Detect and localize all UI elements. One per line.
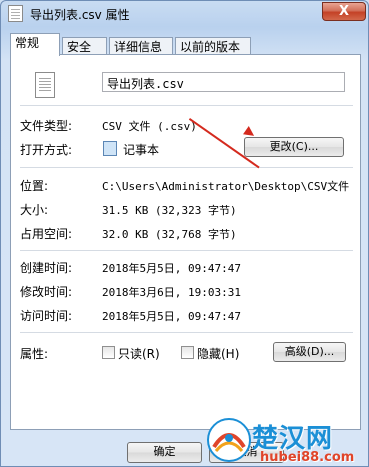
filename-field[interactable]: 导出列表.csv: [102, 72, 345, 92]
open-with-label: 打开方式:: [20, 143, 73, 157]
open-with-value: 记事本: [123, 143, 160, 157]
location-value: C:\Users\Administrator\Desktop\CSV文件: [102, 180, 350, 193]
size-on-disk-value: 32.0 KB (32,768 字节): [102, 228, 237, 241]
created-value: 2018年5月5日, 09:47:47: [102, 262, 241, 275]
divider: [20, 250, 353, 251]
modified-label: 修改时间:: [20, 285, 73, 299]
hidden-checkbox[interactable]: [181, 346, 194, 359]
csv-file-icon: [35, 72, 55, 98]
general-panel: 导出列表.csv 文件类型: CSV 文件 (.csv) 打开方式: 记事本 更…: [10, 54, 361, 430]
tab-general[interactable]: 常规: [10, 33, 60, 56]
watermark: 楚汉网 hubei88.com: [200, 415, 369, 467]
file-type-value: CSV 文件 (.csv): [102, 120, 197, 133]
change-button[interactable]: 更改(C)...: [244, 137, 344, 157]
accessed-label: 访问时间:: [20, 309, 73, 323]
size-value: 31.5 KB (32,323 字节): [102, 204, 237, 217]
brand-logo-icon: [207, 418, 251, 462]
readonly-label[interactable]: 只读(R): [118, 345, 160, 362]
properties-window: 导出列表.csv 属性 X 常规 安全 详细信息 以前的版本 导出列表.csv …: [0, 0, 369, 467]
size-on-disk-label: 占用空间:: [20, 227, 73, 241]
advanced-button[interactable]: 高级(D)...: [273, 342, 346, 362]
location-label: 位置:: [20, 179, 49, 193]
window-title: 导出列表.csv 属性: [30, 8, 130, 22]
accessed-value: 2018年5月5日, 09:47:47: [102, 310, 241, 323]
divider: [20, 332, 353, 333]
created-label: 创建时间:: [20, 261, 73, 275]
divider: [20, 105, 353, 106]
close-button[interactable]: X: [322, 2, 366, 21]
divider: [20, 167, 353, 168]
hidden-label[interactable]: 隐藏(H): [197, 345, 239, 362]
file-type-label: 文件类型:: [20, 119, 73, 133]
readonly-checkbox[interactable]: [102, 346, 115, 359]
notepad-icon: [103, 141, 117, 156]
watermark-site: hubei88.com: [260, 450, 355, 465]
ok-button[interactable]: 确定: [127, 442, 202, 463]
size-label: 大小:: [20, 203, 49, 217]
attributes-label: 属性:: [20, 347, 49, 361]
document-icon: [8, 5, 23, 22]
modified-value: 2018年3月6日, 19:03:31: [102, 286, 241, 299]
